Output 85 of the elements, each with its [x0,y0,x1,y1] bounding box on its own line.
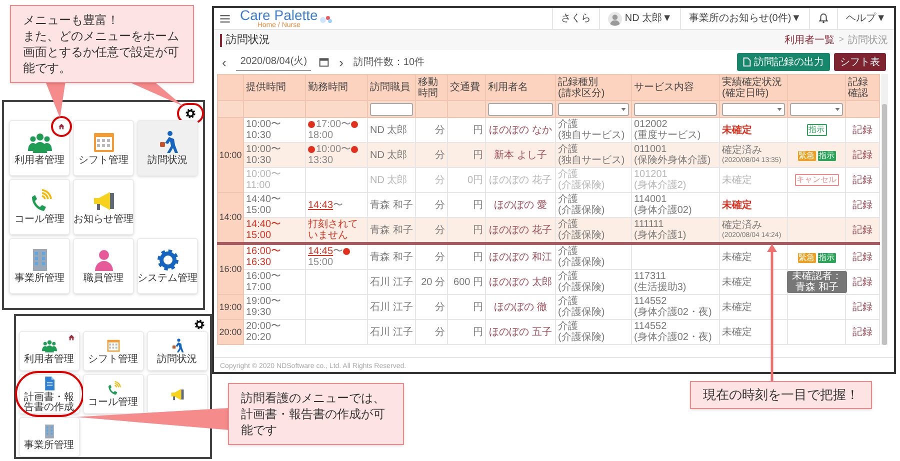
bell-icon[interactable] [818,13,830,24]
people-icon [42,338,56,352]
callout: 現在の時刻を一目で把握！ [690,381,872,409]
help-menu[interactable]: ヘルプ▼ [846,11,886,26]
table-cell: 20:00〜20:20 [244,320,306,344]
record-link[interactable]: 記録 [846,320,880,344]
menu-icon[interactable] [220,14,230,22]
calendar-icon [92,130,116,154]
menu-tile[interactable]: 訪問状況 [137,120,198,176]
filter-dropdown[interactable] [558,102,629,116]
status-badge: 緊急 [798,150,816,160]
avatar-icon [608,12,622,26]
status-badge: 指示 [806,124,826,136]
date-field[interactable]: 2020/08/04(火) [236,54,312,70]
table-cell: 介護 (介護保険) [556,320,632,344]
table-cell: 打刻されていません [306,218,368,244]
menu-tile[interactable]: コール管理 [82,374,144,414]
caret-icon [835,108,840,110]
time-slot-cell: 10:00 [218,118,244,192]
menu-tile[interactable]: システム管理 [137,238,198,294]
time-slot-cell: 16:00 [218,244,244,294]
menu-tile[interactable]: シフト管理 [73,120,134,176]
time-slot-cell: 19:00 [218,294,244,320]
filter-dropdown[interactable] [790,102,843,116]
megaphone-icon [92,189,116,213]
flower-icon [318,14,333,24]
time-slot-cell: 14:00 [218,192,244,244]
visit-count: 訪問件数：10件 [353,56,425,70]
next-day-button[interactable]: › [339,56,344,68]
menu-tile[interactable]: 職員管理 [73,238,134,294]
phone-icon [106,380,120,396]
filter-dropdown[interactable] [722,102,785,116]
user-menu[interactable]: ND 太郎▼ [624,11,672,26]
menu-tile[interactable]: お知らせ管理 [73,179,134,235]
callout-text: また、どのメニューをホーム画面とするか任意で設定が可能です。 [23,28,180,76]
megaphone-icon [170,386,184,402]
caret-icon [621,108,626,110]
callout-text: メニューも豊富！ [23,12,120,28]
menu-tile[interactable]: 事業所管理 [9,238,70,294]
table-cell: 円 [448,320,486,344]
table-cell: 分 [416,320,448,344]
table-cell: 14:40〜15:00 [244,218,306,244]
previous-day-button[interactable]: ‹ [222,56,226,68]
export-button[interactable]: 訪問記録の出力 [737,53,830,71]
scrollbar[interactable] [881,74,888,345]
menu-tile[interactable]: 事業所管理 [18,417,80,457]
menu-tile[interactable]: 訪問状況 [146,331,208,371]
settings-icon[interactable] [185,108,196,118]
breadcrumb-link[interactable]: 利用者一覧 [784,32,835,48]
calendar-icon [106,338,120,352]
breadcrumb-separator: > [838,33,844,46]
calendar-icon[interactable] [319,57,330,67]
table-cell: ほのぼの 五子 [486,320,556,344]
table-cell: 114552 (身体介護02・夜) [632,320,720,344]
table-cell: 111111 (身体介護1) [632,218,720,244]
menu-tile[interactable]: 利用者管理 [18,331,80,371]
settings-icon[interactable] [194,318,205,330]
menu-tile[interactable]: シフト管理 [82,331,144,371]
status-badge: 緊急 [798,252,816,262]
gear-icon [156,248,180,272]
table-cell: 介護 (介護保険) [556,218,632,244]
office-name: さくら [560,12,591,26]
callout: 訪問看護のメニューでは、計画書・報告書の作成が可能です [228,383,404,445]
filter-field[interactable] [370,102,413,116]
tooltip: 未確認者：青森 和子 [787,271,847,293]
walking-person-icon [170,338,184,352]
time-slot-cell: 20:00 [218,320,244,344]
shift-button[interactable]: シフト表 [834,53,886,71]
logo-text: Care Palette [240,8,318,22]
notices-menu[interactable]: 事業所のお知らせ(0件)▼ [688,11,802,26]
table-cell: 未確定 [720,320,788,344]
caret-icon [777,108,782,110]
menu-tile[interactable] [146,374,208,414]
status-badge: 指示 [818,252,836,262]
table-cell: 青森 和子 [368,218,416,244]
breadcrumb-current: 訪問状況 [848,34,888,48]
page-title: 訪問状況 [220,34,270,46]
filter-field[interactable] [634,102,717,116]
scrollbar-thumb[interactable] [882,104,887,345]
status-badge: キャンセル [794,174,838,186]
status-badge: 指示 [818,150,836,160]
filter-field[interactable] [488,102,553,116]
document-icon [743,57,751,67]
table-cell: 石川 江子 [368,320,416,344]
menu-tile[interactable]: コール管理 [9,179,70,235]
